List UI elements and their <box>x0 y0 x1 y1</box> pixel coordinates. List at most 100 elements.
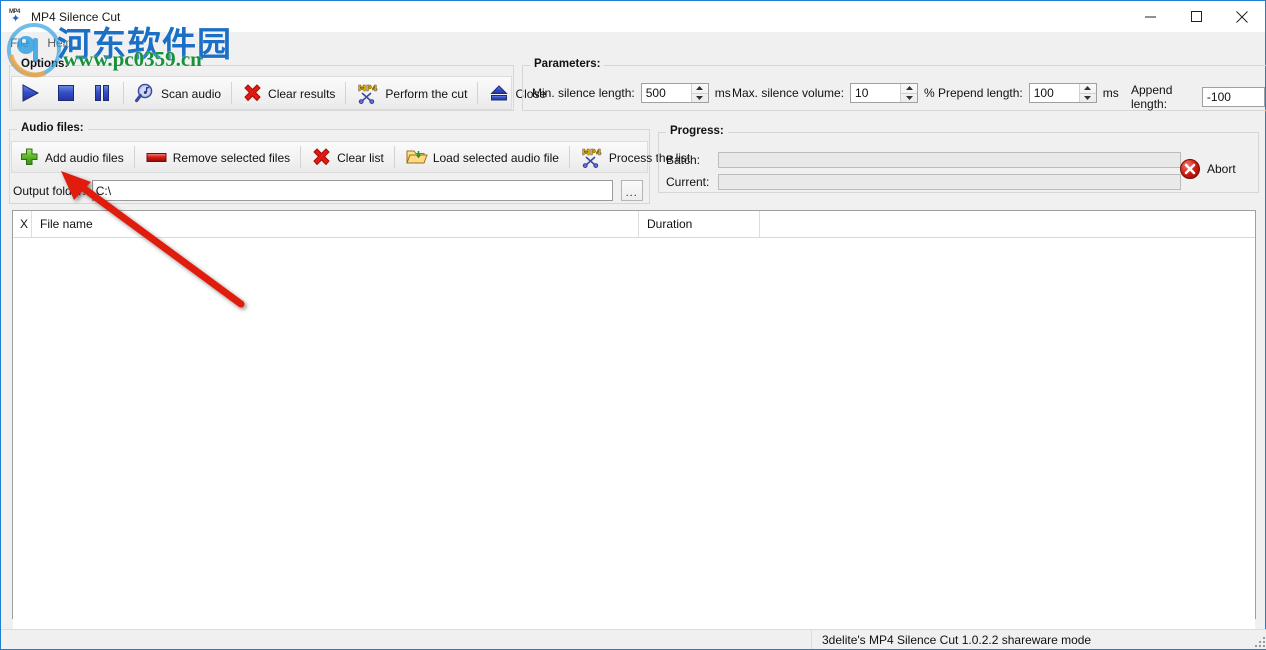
output-folder-input[interactable] <box>92 181 618 200</box>
toolbar-separator <box>231 82 233 104</box>
statusbar-text: 3delite's MP4 Silence Cut 1.0.2.2 sharew… <box>822 632 1092 647</box>
prepend-length-spinner[interactable] <box>1028 83 1097 103</box>
file-list[interactable]: X File name Duration <box>12 210 1256 645</box>
pause-button[interactable] <box>84 77 120 109</box>
batch-progress-bar <box>718 152 1181 168</box>
file-list-header: X File name Duration <box>13 211 1255 238</box>
audio-files-toolbar: Add audio files Remove selected files Cl… <box>11 141 690 173</box>
play-icon <box>22 84 40 102</box>
max-silence-volume-spinner[interactable] <box>850 83 919 103</box>
min-silence-length-label: Min. silence length: <box>532 86 635 100</box>
toolbar-separator <box>123 82 124 104</box>
browse-folder-button[interactable]: ... <box>620 180 643 201</box>
toolbar-separator <box>568 146 570 168</box>
clear-results-label: Clear results <box>268 86 336 101</box>
play-button[interactable] <box>12 77 48 109</box>
main-toolbar: Scan audio Clear results MP4 Perform the… <box>11 76 546 110</box>
max-silence-volume-input[interactable] <box>851 84 901 102</box>
spinner-up-icon[interactable] <box>901 84 918 94</box>
magnifier-music-icon <box>135 83 153 102</box>
append-length-field: Append length: <box>1131 83 1266 111</box>
close-icon[interactable] <box>1219 1 1265 32</box>
column-header-duration[interactable]: Duration <box>639 211 760 237</box>
add-audio-files-button[interactable]: Add audio files <box>12 142 131 172</box>
abort-button[interactable]: Abort <box>1179 158 1236 180</box>
statusbar-left-segment <box>1 630 812 649</box>
prepend-length-input[interactable] <box>1029 84 1079 102</box>
statusbar: 3delite's MP4 Silence Cut 1.0.2.2 sharew… <box>1 629 1266 649</box>
column-header-filename[interactable]: File name <box>32 211 639 237</box>
min-silence-length-unit: ms <box>714 86 731 100</box>
menu-item-file[interactable]: File <box>1 34 38 52</box>
prepend-length-unit: ms <box>1102 86 1119 100</box>
toolbar-separator <box>477 82 479 104</box>
red-x-icon <box>244 84 261 102</box>
eject-icon <box>490 85 509 101</box>
red-circle-x-icon <box>1180 159 1200 179</box>
svg-text:MP4: MP4 <box>358 84 378 93</box>
file-list-body[interactable] <box>13 238 1255 645</box>
menubar: File Help <box>1 32 1265 54</box>
batch-progress-label: Batch: <box>666 153 701 167</box>
toolbar-separator <box>133 146 135 168</box>
output-folder-label: Output folder: <box>13 183 86 198</box>
batch-progress-row: Batch: <box>666 152 1181 168</box>
spinner-arrows[interactable] <box>690 84 708 103</box>
output-folder-row: Output folder: ... <box>13 180 643 201</box>
current-progress-label: Current: <box>666 175 710 189</box>
spinner-up-icon[interactable] <box>691 84 708 94</box>
max-silence-volume-label: Max. silence volume: <box>732 86 845 100</box>
min-silence-length-field: Min. silence length: ms <box>532 83 731 103</box>
stop-icon <box>58 85 74 101</box>
minimize-icon[interactable] <box>1127 1 1173 32</box>
remove-selected-files-label: Remove selected files <box>172 150 291 165</box>
column-header-extra[interactable] <box>760 211 1255 237</box>
resize-grip[interactable] <box>1253 630 1266 649</box>
red-x-icon <box>313 148 330 166</box>
spinner-down-icon[interactable] <box>1080 94 1096 103</box>
svg-text:MP4: MP4 <box>582 148 602 157</box>
remove-selected-files-button[interactable]: Remove selected files <box>138 142 297 172</box>
spinner-up-icon[interactable] <box>1079 84 1096 94</box>
scan-audio-button[interactable]: Scan audio <box>127 77 228 109</box>
append-length-input-box[interactable] <box>1201 87 1266 107</box>
audio-files-group-title: Audio files: <box>17 122 88 134</box>
parameters-group-title: Parameters: <box>530 58 605 70</box>
window-controls <box>1127 1 1265 32</box>
toolbar-separator <box>393 146 395 168</box>
red-bar-icon <box>146 153 167 162</box>
progress-group-title: Progress: <box>666 125 728 137</box>
maximize-icon[interactable] <box>1173 1 1219 32</box>
pause-icon <box>95 85 109 101</box>
mp4-scissors-icon: MP4 <box>582 148 602 168</box>
column-header-x[interactable]: X <box>13 211 32 237</box>
clear-list-label: Clear list <box>337 150 384 165</box>
clear-results-button[interactable]: Clear results <box>235 77 342 109</box>
spinner-arrows[interactable] <box>900 84 918 103</box>
stop-button[interactable] <box>48 77 84 109</box>
append-length-input[interactable] <box>1202 88 1266 106</box>
spinner-down-icon[interactable] <box>692 94 708 103</box>
spinner-arrows[interactable] <box>1078 84 1096 103</box>
perform-the-cut-label: Perform the cut <box>385 86 468 101</box>
titlebar: MP4 ✦ MP4 Silence Cut <box>1 1 1265 32</box>
load-selected-audio-file-button[interactable]: Load selected audio file <box>398 142 566 172</box>
current-progress-bar <box>718 174 1181 190</box>
min-silence-length-spinner[interactable] <box>640 83 709 103</box>
clear-list-button[interactable]: Clear list <box>304 142 391 172</box>
menu-item-help[interactable]: Help <box>38 34 81 52</box>
folder-open-icon <box>406 150 428 164</box>
current-progress-row: Current: <box>666 174 1181 190</box>
perform-the-cut-button[interactable]: MP4 Perform the cut <box>349 77 474 109</box>
abort-label: Abort <box>1207 162 1236 176</box>
mp4-scissors-icon: MP4 <box>358 84 378 104</box>
max-silence-volume-field: Max. silence volume: % <box>732 83 935 103</box>
scan-audio-label: Scan audio <box>161 86 222 101</box>
output-folder-input-box[interactable] <box>91 180 618 201</box>
options-group-title: Options: <box>17 58 73 70</box>
toolbar-separator <box>300 146 302 168</box>
min-silence-length-input[interactable] <box>641 84 691 102</box>
spinner-down-icon[interactable] <box>901 94 917 103</box>
app-icon: MP4 ✦ <box>9 8 21 25</box>
max-silence-volume-unit: % <box>924 86 935 100</box>
